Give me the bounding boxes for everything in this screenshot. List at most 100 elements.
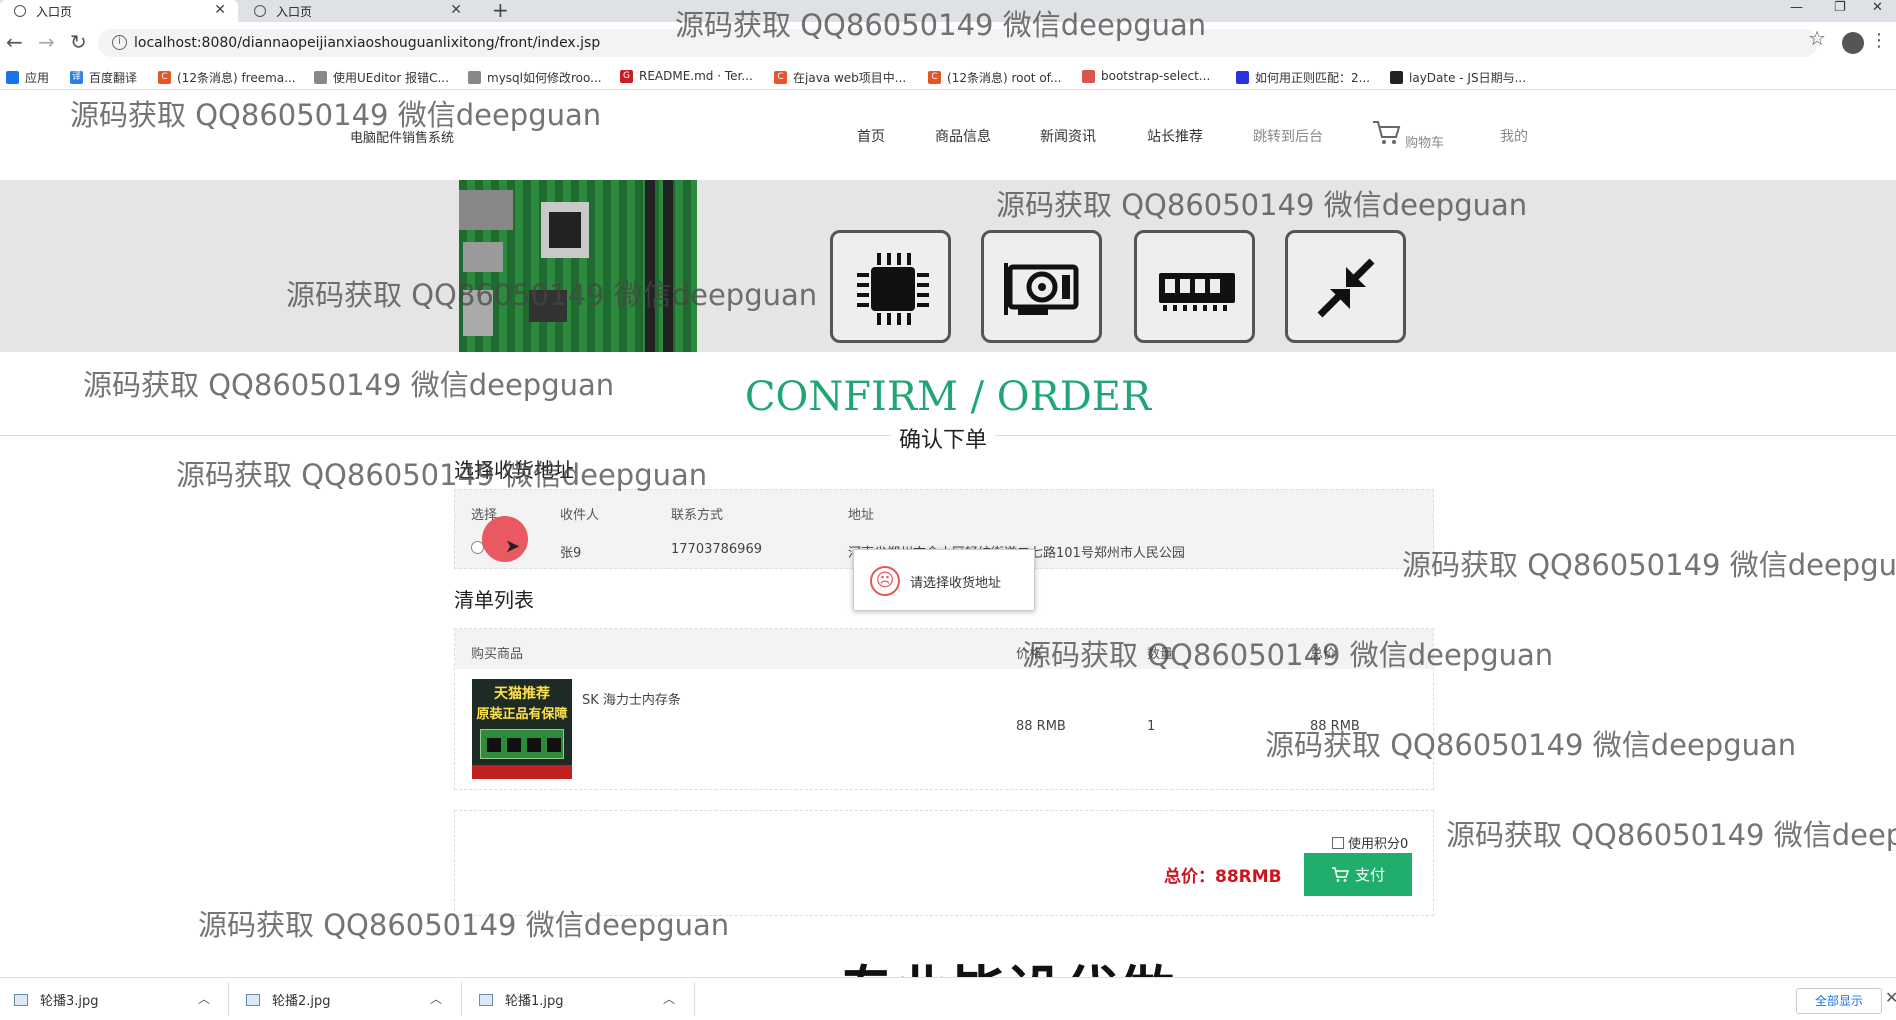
site-icon xyxy=(1082,69,1095,83)
bookmark-item[interactable]: layDate - JS日期与... xyxy=(1390,69,1526,86)
bookmark-item[interactable]: C (12条消息) root of... xyxy=(928,69,1061,86)
use-points-checkbox[interactable] xyxy=(1332,836,1344,849)
nav-products[interactable]: 商品信息 xyxy=(935,126,991,146)
apps-grid-icon xyxy=(6,71,19,84)
profile-icon[interactable] xyxy=(1842,32,1864,54)
address-bar[interactable]: i localhost:8080/diannaopeijianxiaoshoug… xyxy=(98,29,1818,57)
category-accessories[interactable] xyxy=(1285,230,1406,343)
order-summary: 使用积分0 总价：88RMB 支付 xyxy=(454,810,1434,916)
window-close-icon[interactable]: ✕ xyxy=(1872,0,1883,15)
browser-tab-2[interactable]: 入口页 ✕ xyxy=(240,0,474,22)
bookmark-apps[interactable]: 应用 xyxy=(6,69,49,86)
column-header: 购买商品 xyxy=(471,647,524,662)
image-file-icon xyxy=(479,993,493,1006)
graphics-card-icon xyxy=(1004,263,1079,315)
items-section-title: 清单列表 xyxy=(454,588,534,612)
pay-button[interactable]: 支付 xyxy=(1304,853,1412,896)
close-tab-icon[interactable]: ✕ xyxy=(450,2,462,18)
bookmark-label: (12条消息) freema... xyxy=(177,71,296,85)
product-image-text: 天猫推荐 xyxy=(494,686,550,702)
watermark: 源码获取 QQ86050149 微信deepguan xyxy=(1402,548,1896,582)
bookmark-label: README.md · Ter... xyxy=(639,69,753,83)
chevron-up-icon[interactable]: ︿ xyxy=(663,990,675,1007)
bookmark-item[interactable]: C 在java web项目中... xyxy=(774,69,906,86)
bookmark-item[interactable]: 使用UEditor 报错C... xyxy=(314,69,449,86)
use-points-toggle[interactable]: 使用积分0 xyxy=(1332,833,1408,852)
product-name[interactable]: SK 海力士内存条 xyxy=(582,689,681,708)
nav-cart[interactable]: 购物车 xyxy=(1405,132,1444,151)
gitee-icon: G xyxy=(620,69,633,83)
product-image-text: 原装正品有保障 xyxy=(476,707,568,722)
download-item[interactable]: 轮播1.jpg ︿ xyxy=(479,990,679,1009)
bookmark-label: 如何用正则匹配：2... xyxy=(1255,71,1371,85)
bookmark-item[interactable]: 译 百度翻译 xyxy=(70,69,137,86)
product-price: 88 RMB xyxy=(1016,719,1066,734)
chevron-up-icon[interactable]: ︿ xyxy=(198,990,210,1007)
bookmark-label: mysql如何修改roo... xyxy=(487,71,602,85)
bookmark-item[interactable]: G README.md · Ter... xyxy=(620,69,753,83)
downloads-bar: 轮播3.jpg ︿ 轮播2.jpg ︿ 轮播1.jpg ︿ 全部显示 ✕ xyxy=(0,977,1896,1020)
reload-icon[interactable]: ↻ xyxy=(70,30,87,54)
nav-admin[interactable]: 跳转到后台 xyxy=(1253,126,1323,146)
column-header: 总价 xyxy=(1310,647,1337,662)
site-title: 电脑配件销售系统 xyxy=(350,131,455,146)
globe-icon xyxy=(254,5,266,17)
restore-icon[interactable]: ❐ xyxy=(1834,0,1846,15)
motherboard-image xyxy=(459,180,697,352)
bookmark-label: (12条消息) root of... xyxy=(947,71,1062,85)
watermark: 源码获取 QQ86050149 微信deepguan xyxy=(176,458,708,492)
nav-home[interactable]: 首页 xyxy=(857,126,885,146)
close-downloads-icon[interactable]: ✕ xyxy=(1885,988,1896,1007)
tab-label: 入口页 xyxy=(36,4,73,19)
download-item[interactable]: 轮播2.jpg ︿ xyxy=(246,990,446,1009)
globe-icon xyxy=(14,5,26,17)
site-header: 电脑配件销售系统 首页 商品信息 新闻资讯 站长推荐 跳转到后台 购物车 我的 xyxy=(0,90,1896,180)
recipient-name: 张9 xyxy=(560,546,582,561)
bookmark-item[interactable]: bootstrap-select... xyxy=(1082,69,1210,83)
menu-icon[interactable]: ⋮ xyxy=(1870,30,1888,51)
bookmark-item[interactable]: 如何用正则匹配：2... xyxy=(1236,69,1370,86)
close-tab-icon[interactable]: ✕ xyxy=(214,2,226,18)
bookmark-label: 百度翻译 xyxy=(89,71,138,85)
category-cpu[interactable] xyxy=(830,230,951,343)
browser-toolbar: ← → ↻ i localhost:8080/diannaopeijianxia… xyxy=(0,22,1896,64)
bookmark-item[interactable]: mysql如何修改roo... xyxy=(468,69,602,86)
download-item[interactable]: 轮播3.jpg ︿ xyxy=(14,990,214,1009)
csdn-icon: C xyxy=(774,71,787,84)
nav-recommend[interactable]: 站长推荐 xyxy=(1147,126,1203,146)
nav-mine[interactable]: 我的 xyxy=(1500,126,1528,146)
bookmark-label: 应用 xyxy=(25,71,50,85)
forward-icon[interactable]: → xyxy=(38,30,55,54)
column-header: 联系方式 xyxy=(671,508,724,523)
image-file-icon xyxy=(14,993,28,1006)
category-memory[interactable] xyxy=(1134,230,1255,343)
back-icon[interactable]: ← xyxy=(6,30,23,54)
category-gpu[interactable] xyxy=(981,230,1102,343)
sad-face-icon: ☹ xyxy=(870,566,900,596)
pay-button-label: 支付 xyxy=(1354,867,1385,884)
url-text: localhost:8080/diannaopeijianxiaoshougua… xyxy=(134,35,601,51)
watermark: 源码获取 QQ86050149 微信deepguan xyxy=(1446,818,1896,852)
cart-icon[interactable] xyxy=(1372,120,1402,146)
new-tab-icon[interactable]: + xyxy=(492,0,509,22)
download-filename: 轮播3.jpg xyxy=(40,994,99,1009)
toast-text: 请选择收货地址 xyxy=(910,576,1002,591)
browser-tab-1[interactable]: 入口页 ✕ xyxy=(0,0,238,22)
browser-tab-bar: 入口页 ✕ 入口页 ✕ + — ❐ ✕ xyxy=(0,0,1896,22)
toast-message: ☹ 请选择收货地址 xyxy=(853,549,1035,611)
nav-news[interactable]: 新闻资讯 xyxy=(1040,126,1096,146)
bookmark-item[interactable]: C (12条消息) freema... xyxy=(158,69,296,86)
memory-icon xyxy=(1159,273,1235,311)
use-points-label: 使用积分0 xyxy=(1348,837,1409,852)
chevron-up-icon[interactable]: ︿ xyxy=(430,990,442,1007)
cart-icon xyxy=(1331,866,1349,882)
info-icon[interactable]: i xyxy=(112,35,127,50)
minimize-icon[interactable]: — xyxy=(1790,0,1803,15)
product-total: 88 RMB xyxy=(1310,719,1360,734)
product-image[interactable]: 天猫推荐 原装正品有保障 xyxy=(472,679,572,779)
show-all-downloads-button[interactable]: 全部显示 xyxy=(1796,988,1882,1014)
page-title-en: CONFIRM / ORDER xyxy=(744,374,1152,420)
bookmark-star-icon[interactable]: ☆ xyxy=(1808,26,1826,50)
tab-label: 入口页 xyxy=(276,4,313,19)
mouse-cursor-icon: ➤ xyxy=(505,536,521,557)
